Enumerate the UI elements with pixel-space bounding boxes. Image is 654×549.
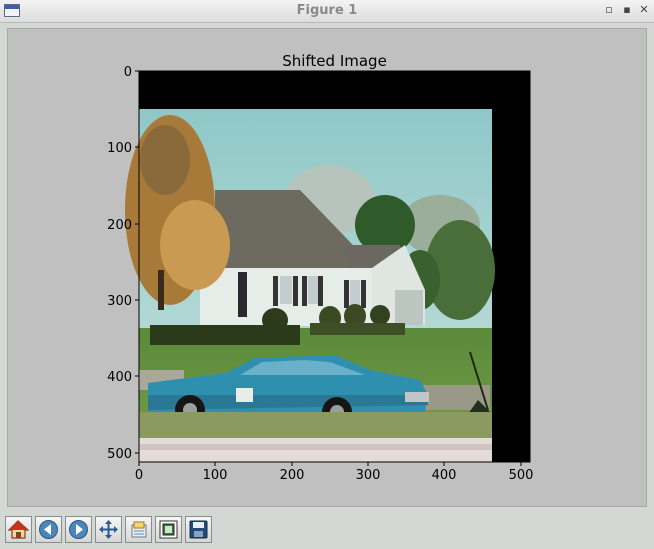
zoom-button[interactable] <box>125 516 152 543</box>
y-tick-label: 500 <box>107 447 132 462</box>
subplots-config-icon <box>159 520 178 539</box>
subplots-button[interactable] <box>155 516 182 543</box>
forward-button[interactable] <box>65 516 92 543</box>
y-tick-label: 300 <box>107 294 132 309</box>
save-disk-icon <box>189 520 208 539</box>
home-icon <box>8 520 29 539</box>
y-tick-label: 100 <box>107 141 132 156</box>
axes: 0 100 200 300 400 500 0 100 200 300 400 … <box>107 65 534 483</box>
back-button[interactable] <box>35 516 62 543</box>
x-tick-label: 0 <box>135 468 143 483</box>
forward-arrow-icon <box>69 520 88 539</box>
x-tick-label: 100 <box>203 468 228 483</box>
pan-move-icon <box>99 520 118 539</box>
y-tick-label: 0 <box>124 65 132 80</box>
back-arrow-icon <box>39 520 58 539</box>
save-button[interactable] <box>185 516 212 543</box>
shifted-photo <box>125 109 495 462</box>
pan-button[interactable] <box>95 516 122 543</box>
x-tick-label: 200 <box>280 468 305 483</box>
home-button[interactable] <box>5 516 32 543</box>
y-tick-label: 200 <box>107 218 132 233</box>
y-tick-label: 400 <box>107 370 132 385</box>
navigation-toolbar <box>0 512 654 549</box>
x-tick-label: 500 <box>509 468 534 483</box>
x-tick-label: 400 <box>432 468 457 483</box>
x-tick-label: 300 <box>356 468 381 483</box>
zoom-rect-icon <box>131 521 147 538</box>
